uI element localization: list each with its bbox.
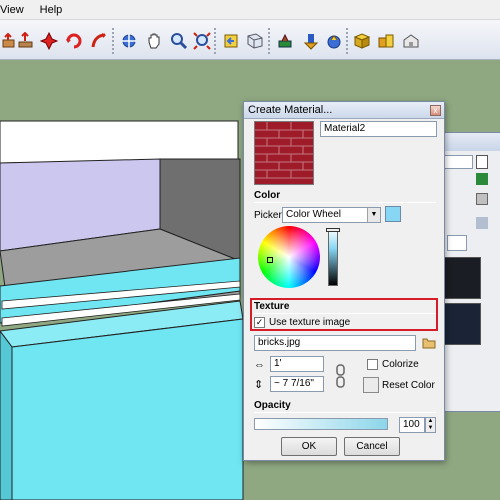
colorize-label: Colorize (382, 359, 419, 370)
previous-view-icon[interactable] (223, 32, 241, 50)
menu-bar: View Help (0, 0, 500, 20)
cancel-button[interactable]: Cancel (344, 437, 400, 456)
push-pull-icon[interactable] (0, 32, 18, 50)
zoom-icon[interactable] (170, 32, 188, 50)
material-thumbnail-dark[interactable] (443, 257, 481, 299)
current-color-swatch[interactable] (385, 206, 401, 222)
texture-height-input[interactable]: ~ 7 7/16" (270, 376, 324, 392)
get-models-icon[interactable] (302, 32, 320, 50)
styles-icon[interactable] (377, 32, 395, 50)
components-icon[interactable] (353, 32, 371, 50)
texture-highlight-box (250, 298, 438, 331)
brightness-slider-handle[interactable] (326, 228, 340, 232)
reset-color-label[interactable]: Reset Color (382, 380, 435, 391)
opacity-slider[interactable] (254, 418, 388, 430)
color-wheel-cursor[interactable] (267, 257, 273, 263)
zoom-extents-icon[interactable] (193, 32, 211, 50)
place-model-icon[interactable] (276, 32, 294, 50)
browse-folder-icon[interactable] (422, 336, 436, 349)
material-thumbnail-navy[interactable] (443, 303, 481, 345)
opacity-input[interactable]: 100 (399, 417, 425, 433)
texture-file-input[interactable]: bricks.jpg (254, 335, 416, 351)
dialog-title-bar[interactable]: Create Material... x (244, 102, 444, 119)
paint-bucket-icon[interactable] (476, 173, 488, 185)
toolbar (0, 20, 500, 60)
scale-icon[interactable] (90, 32, 108, 50)
colorize-checkbox[interactable] (367, 359, 378, 370)
next-view-icon[interactable] (246, 32, 264, 50)
reset-color-swatch[interactable] (363, 377, 379, 393)
ok-button[interactable]: OK (281, 437, 337, 456)
material-preview-swatch (254, 121, 314, 185)
menu-help[interactable]: Help (32, 4, 71, 16)
share-model-icon[interactable] (325, 32, 343, 50)
picker-select[interactable]: Color Wheel ▼ (282, 207, 381, 223)
sample-paint-icon[interactable] (476, 217, 488, 229)
color-wheel[interactable] (258, 226, 320, 288)
materials-panel (440, 132, 500, 412)
color-section-label: Color (254, 190, 281, 201)
height-arrows-icon: ⇕ (254, 379, 264, 391)
picker-label: Picker: (254, 210, 285, 221)
texture-width-input[interactable]: 1' (270, 356, 324, 372)
follow-me-icon[interactable] (65, 32, 83, 50)
lock-aspect-chain-icon[interactable] (336, 364, 345, 388)
material-name-input[interactable]: Material2 (320, 121, 437, 137)
opacity-section-label: Opacity (254, 400, 291, 411)
opacity-spinner[interactable]: ▲ ▼ (425, 417, 436, 433)
create-material-icon[interactable] (476, 155, 488, 169)
dialog-title: Create Material... (248, 104, 333, 116)
warehouse-icon[interactable] (402, 32, 420, 50)
close-icon[interactable]: x (430, 105, 441, 116)
rotate-icon[interactable] (40, 32, 58, 50)
move-icon[interactable] (17, 32, 35, 50)
chevron-down-icon[interactable]: ▼ (367, 208, 380, 222)
width-arrows-icon: ⇔ (254, 359, 265, 371)
menu-view[interactable]: View (0, 4, 32, 16)
picker-select-value: Color Wheel (286, 209, 342, 220)
orbit-icon[interactable] (120, 32, 138, 50)
brightness-slider[interactable] (328, 228, 338, 286)
display-secondary-icon[interactable] (476, 193, 488, 205)
pan-icon[interactable] (145, 32, 163, 50)
create-material-dialog: Create Material... x Material2 Color Pic… (243, 101, 445, 461)
